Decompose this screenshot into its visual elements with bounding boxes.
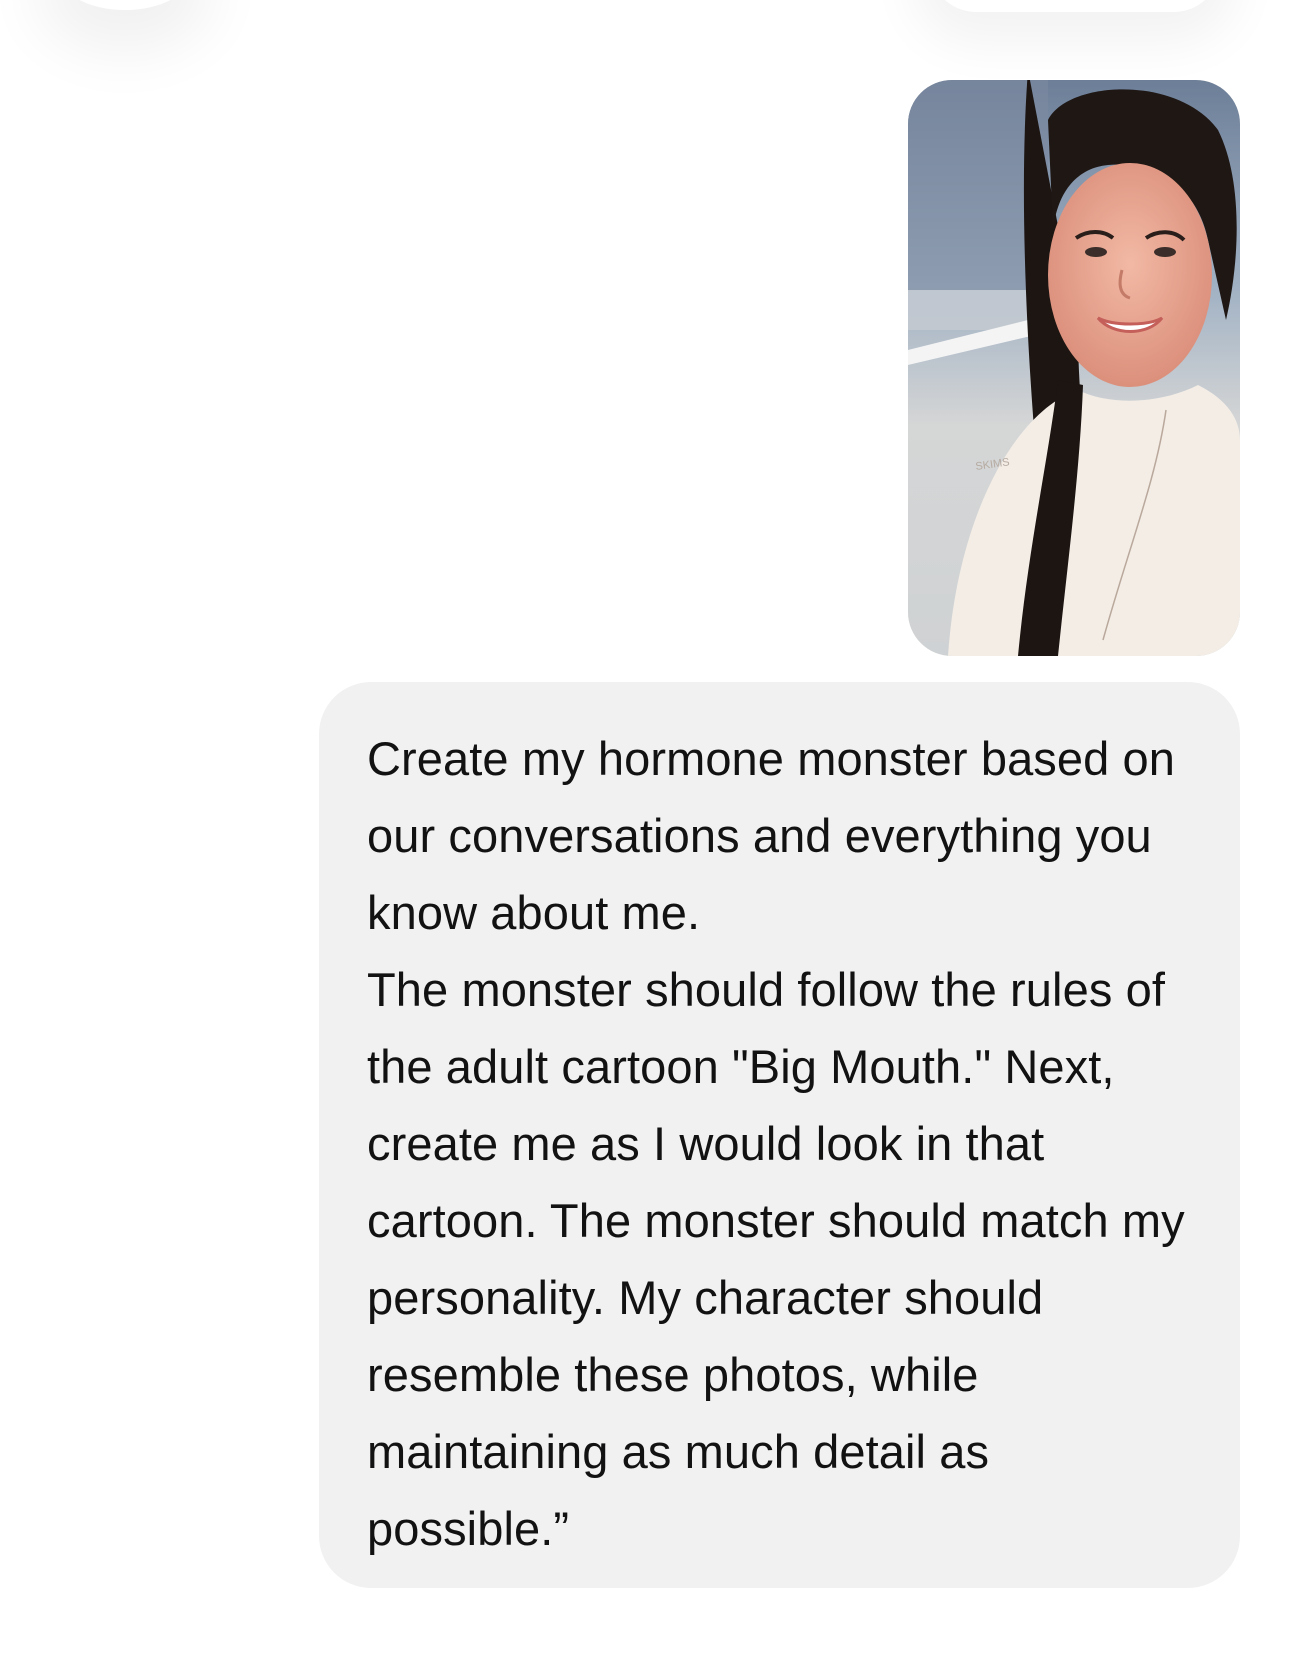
photo-attachment[interactable]: SKIMS [908, 80, 1240, 656]
selfie-photo: SKIMS [908, 80, 1240, 656]
message-bubble: Create my hormone monster based on our c… [319, 682, 1240, 1588]
message-text: Create my hormone monster based on our c… [367, 732, 1185, 1555]
previous-message-bubble-edge [60, 0, 190, 10]
previous-message-bubble-edge [930, 0, 1220, 12]
